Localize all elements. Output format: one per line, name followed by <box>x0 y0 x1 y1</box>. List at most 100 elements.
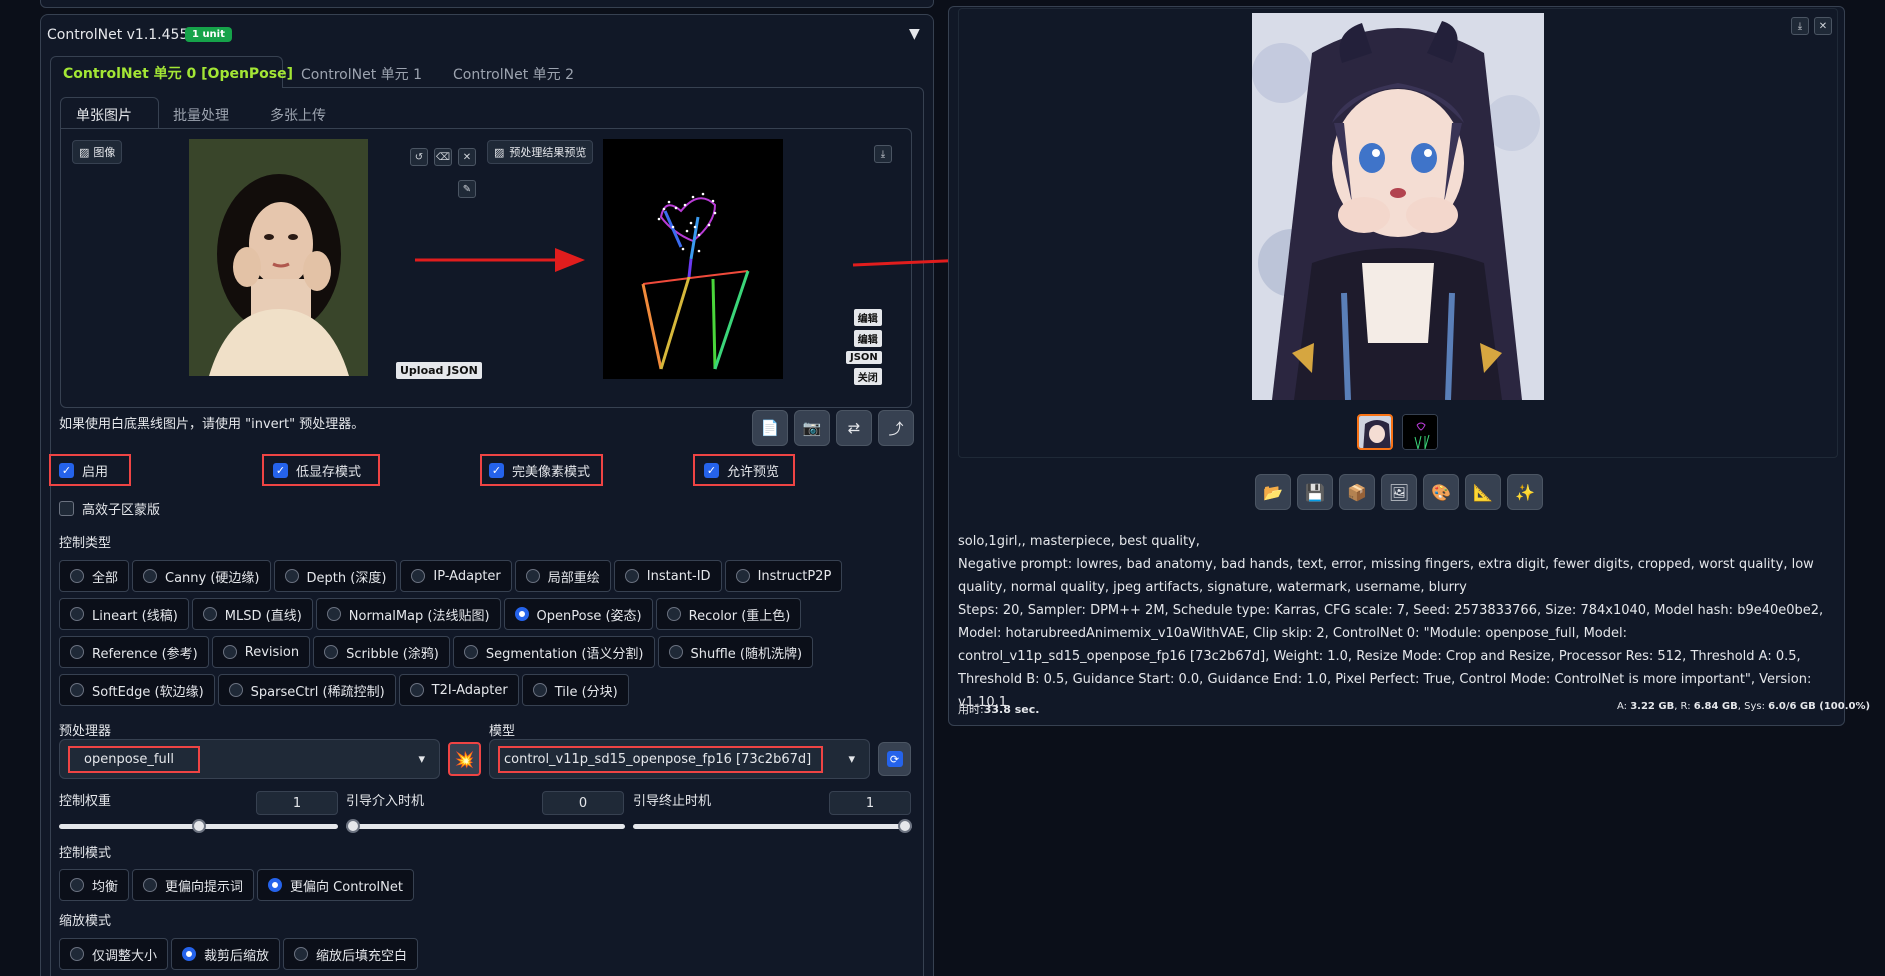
control-mode-balanced[interactable]: 均衡 <box>59 869 130 901</box>
guidance-end-slider[interactable] <box>633 824 912 829</box>
control-type-canny[interactable]: Canny (硬边缘) <box>132 560 271 592</box>
close-icon[interactable]: ✕ <box>1814 17 1832 35</box>
upload-json-button[interactable]: Upload JSON <box>396 362 482 379</box>
control-type-recolor[interactable]: Recolor (重上色) <box>655 598 802 630</box>
control-type-all[interactable]: 全部 <box>59 560 130 592</box>
tab-unit-1[interactable]: ControlNet 单元 1 <box>301 64 422 84</box>
model-label: 模型 <box>489 724 516 739</box>
control-type-depth[interactable]: Depth (深度) <box>273 560 398 592</box>
generated-image[interactable] <box>1252 13 1544 400</box>
control-type-segmentation[interactable]: Segmentation (语义分割) <box>452 636 655 668</box>
save-icon[interactable]: 💾 <box>1297 474 1333 510</box>
weight-input[interactable]: 1 <box>256 791 338 815</box>
control-type-revision[interactable]: Revision <box>211 636 311 668</box>
radio-label: 更偏向 ControlNet <box>290 879 403 895</box>
control-mode-prompt[interactable]: 更偏向提示词 <box>132 869 255 901</box>
thumbnail-1[interactable] <box>1357 414 1393 450</box>
sparkle-icon[interactable]: ✨ <box>1507 474 1543 510</box>
edit-button-1[interactable]: 编辑 <box>853 309 882 326</box>
enable-checkbox[interactable]: ✓ 启用 <box>49 454 131 486</box>
radio-label: Recolor (重上色) <box>688 608 791 624</box>
guidance-start-slider-thumb[interactable] <box>346 819 360 833</box>
resize-mode-fill[interactable]: 缩放后填充空白 <box>283 938 419 970</box>
ruler-icon[interactable]: 📐 <box>1465 474 1501 510</box>
run-preprocessor-explosion-icon[interactable]: 💥 <box>448 742 481 776</box>
control-type-reference[interactable]: Reference (参考) <box>59 636 209 668</box>
low-vram-checkbox[interactable]: ✓ 低显存模式 <box>262 454 380 486</box>
radio-dot <box>70 947 84 961</box>
tab-single-image[interactable]: 单张图片 <box>76 105 132 125</box>
control-type-scribble[interactable]: Scribble (涂鸦) <box>313 636 450 668</box>
close-icon[interactable]: ✕ <box>458 148 476 166</box>
undo-icon[interactable]: ↺ <box>410 148 428 166</box>
palette-icon[interactable]: 🎨 <box>1423 474 1459 510</box>
radio-dot-selected <box>182 947 197 961</box>
control-type-lineart[interactable]: Lineart (线稿) <box>59 598 189 630</box>
top-panel-edge <box>40 0 934 8</box>
tab-unit-0[interactable]: ControlNet 单元 0 [OpenPose] <box>63 63 293 83</box>
control-type-softedge[interactable]: SoftEdge (软边缘) <box>59 674 215 706</box>
refresh-models-button[interactable]: ⟳ <box>878 742 911 776</box>
json-button[interactable]: JSON <box>846 351 882 364</box>
control-type-mlsd[interactable]: MLSD (直线) <box>191 598 313 630</box>
radio-dot <box>324 645 339 659</box>
control-type-inpaint[interactable]: 局部重绘 <box>514 560 611 592</box>
info-negative-prompt: Negative prompt: lowres, bad anatomy, ba… <box>958 557 1814 595</box>
send-icon[interactable]: ⤴ <box>878 410 914 446</box>
control-type-normalmap[interactable]: NormalMap (法线贴图) <box>315 598 501 630</box>
pixel-perfect-checkbox[interactable]: ✓ 完美像素模式 <box>480 454 603 486</box>
invert-hint: 如果使用白底黑线图片，请使用 "invert" 预处理器。 <box>59 417 365 432</box>
info-prompt: solo,1girl,, masterpiece, best quality, <box>958 534 1200 549</box>
preprocessor-dropdown[interactable]: openpose_full ▾ <box>59 739 440 779</box>
camera-icon[interactable]: 📷 <box>794 410 830 446</box>
thumbnail-art <box>1359 416 1391 448</box>
tab-unit-2[interactable]: ControlNet 单元 2 <box>453 64 574 84</box>
guidance-start-slider[interactable] <box>346 824 625 829</box>
eraser-icon[interactable]: ⌫ <box>434 148 452 166</box>
control-type-sparsectrl[interactable]: SparseCtrl (稀疏控制) <box>217 674 396 706</box>
control-type-shuffle[interactable]: Shuffle (随机洗牌) <box>657 636 814 668</box>
thumbnail-2[interactable] <box>1402 414 1438 450</box>
radio-label: Revision <box>244 644 300 660</box>
folder-icon[interactable]: 📂 <box>1255 474 1291 510</box>
control-type-tile[interactable]: Tile (分块) <box>521 674 629 706</box>
control-type-instructp2p[interactable]: InstructP2P <box>724 560 843 592</box>
control-type-openpose[interactable]: OpenPose (姿态) <box>503 598 653 630</box>
image-icon[interactable]: 🖼 <box>1381 474 1417 510</box>
time-taken: 用时:33.8 sec. <box>958 701 1039 717</box>
input-photo[interactable] <box>189 139 368 376</box>
resize-mode-just-resize[interactable]: 仅调整大小 <box>59 938 169 970</box>
control-type-t2i-adapter[interactable]: T2I-Adapter <box>398 674 519 706</box>
allow-preview-checkbox[interactable]: ✓ 允许预览 <box>693 454 795 486</box>
radio-dot <box>525 569 540 583</box>
tab-multi-upload[interactable]: 多张上传 <box>270 105 326 125</box>
radio-label: SparseCtrl (稀疏控制) <box>250 684 385 700</box>
model-dropdown[interactable]: control_v11p_sd15_openpose_fp16 [73c2b67… <box>489 739 870 779</box>
resize-mode-crop[interactable]: 裁剪后缩放 <box>171 938 281 970</box>
unit-count-badge: 1 unit <box>185 27 232 42</box>
radio-label: 裁剪后缩放 <box>204 948 270 964</box>
control-type-instant-id[interactable]: Instant-ID <box>613 560 722 592</box>
control-type-ip-adapter[interactable]: IP-Adapter <box>400 560 512 592</box>
preview-label: ▨ 预处理结果预览 <box>487 140 594 164</box>
brush-icon[interactable]: ✎ <box>458 180 476 198</box>
tab-batch[interactable]: 批量处理 <box>173 105 229 125</box>
mask-checkbox[interactable]: 高效子区蒙版 <box>59 499 160 518</box>
download-icon[interactable]: ⤓ <box>874 145 892 163</box>
guidance-end-slider-thumb[interactable] <box>898 819 912 833</box>
radio-dot-selected <box>514 607 529 621</box>
checkbox-check-icon: ✓ <box>59 462 74 478</box>
radio-label: InstructP2P <box>757 568 832 584</box>
download-icon[interactable]: ⤓ <box>1791 17 1809 35</box>
weight-slider-thumb[interactable] <box>191 819 206 833</box>
edit-button-2[interactable]: 编辑 <box>853 330 882 347</box>
zip-icon[interactable]: 📦 <box>1339 474 1375 510</box>
collapse-triangle-icon[interactable]: ▼ <box>909 26 920 42</box>
close-button[interactable]: 关闭 <box>853 368 882 385</box>
guidance-start-input[interactable]: 0 <box>542 791 624 815</box>
swap-icon[interactable]: ⇄ <box>836 410 872 446</box>
radio-label: T2I-Adapter <box>431 682 508 698</box>
document-icon[interactable]: 📄 <box>752 410 788 446</box>
control-mode-controlnet[interactable]: 更偏向 ControlNet <box>257 869 414 901</box>
guidance-end-input[interactable]: 1 <box>829 791 911 815</box>
